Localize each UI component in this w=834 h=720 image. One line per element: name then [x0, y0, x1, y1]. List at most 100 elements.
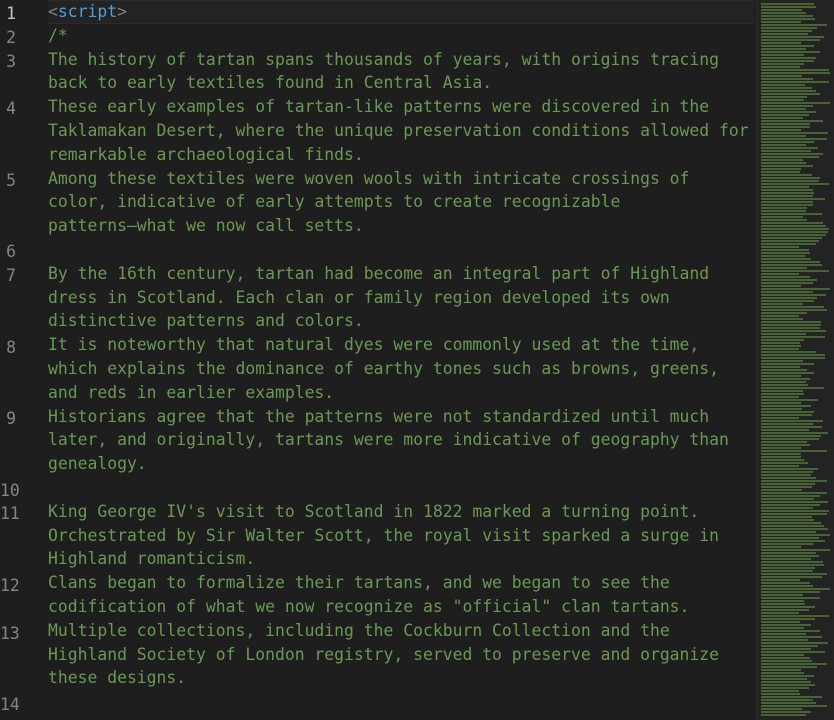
minimap-code-line	[761, 33, 808, 35]
code-line[interactable]: /*	[48, 24, 754, 48]
code-line[interactable]: <script>	[48, 0, 754, 24]
code-line[interactable]: Among these textiles were woven wools wi…	[48, 167, 754, 191]
minimap-code-line	[761, 195, 813, 197]
line-number: 7	[6, 266, 16, 285]
minimap-code-line	[761, 444, 810, 446]
minimap-code-line	[761, 237, 822, 239]
minimap-code-line	[761, 696, 822, 698]
minimap-code-line	[761, 249, 809, 251]
minimap-code-line	[761, 465, 799, 467]
minimap-code-line	[761, 540, 825, 542]
minimap-code-line	[761, 573, 827, 575]
minimap-code-line	[761, 519, 814, 521]
minimap-code-line	[761, 246, 799, 248]
minimap-code-line	[761, 714, 806, 716]
code-line-wrap[interactable]: Taklamakan Desert, where the unique pres…	[48, 119, 754, 143]
minimap-code-line	[761, 84, 805, 86]
minimap-code-line	[761, 219, 807, 221]
minimap-code-line	[761, 678, 807, 680]
minimap-code-line	[761, 477, 816, 479]
minimap-code-line	[761, 378, 810, 380]
minimap-code-line	[761, 36, 824, 38]
minimap-code-line	[761, 321, 821, 323]
code-line-wrap[interactable]: color, indicative of early attempts to c…	[48, 190, 754, 214]
minimap-code-line	[761, 441, 807, 443]
minimap-code-line	[761, 423, 813, 425]
minimap-code-line	[761, 45, 814, 47]
code-line-wrap[interactable]: which explains the dominance of earthy t…	[48, 357, 754, 381]
code-text-area[interactable]: <script> /* The history of tartan spans …	[48, 0, 754, 720]
code-line[interactable]: It is noteworthy that natural dyes were …	[48, 333, 754, 357]
code-line-wrap[interactable]: Highland romanticism.	[48, 547, 754, 571]
minimap-code-line	[761, 405, 811, 407]
minimap-code-line	[761, 324, 821, 326]
minimap-code-line	[761, 276, 810, 278]
minimap-code-line	[761, 516, 812, 518]
minimap-code-line	[761, 282, 813, 284]
minimap-code-line	[761, 471, 813, 473]
code-line-wrap[interactable]: dress in Scotland. Each clan or family r…	[48, 286, 754, 310]
code-line-wrap[interactable]: codification of what we now recognize as…	[48, 595, 754, 619]
minimap-code-line	[761, 198, 825, 200]
minimap-code-line	[761, 462, 808, 464]
minimap-code-line	[761, 402, 801, 404]
minimap-code-line	[761, 450, 827, 452]
minimap-code-line	[761, 213, 822, 215]
minimap-code-line	[761, 180, 819, 182]
minimap-code-line	[761, 366, 800, 368]
minimap-code-line	[761, 129, 801, 131]
minimap-code-line	[761, 597, 820, 599]
minimap-code-line	[761, 513, 827, 515]
code-line-wrap[interactable]: distinctive patterns and colors.	[48, 309, 754, 333]
minimap[interactable]	[756, 0, 834, 720]
code-line[interactable]: Multiple collections, including the Cock…	[48, 619, 754, 643]
line-number: 3	[6, 52, 16, 71]
minimap-code-line	[761, 165, 813, 167]
code-line[interactable]: By the 16th century, tartan had become a…	[48, 262, 754, 286]
code-line-wrap[interactable]: Highland Society of London registry, ser…	[48, 643, 754, 667]
minimap-code-line	[761, 459, 804, 461]
minimap-code-line	[761, 501, 828, 503]
minimap-code-line	[761, 498, 814, 500]
minimap-code-line	[761, 105, 813, 107]
code-line-empty[interactable]	[48, 690, 754, 714]
code-line-wrap[interactable]: back to early textiles found in Central …	[48, 71, 754, 95]
minimap-code-line	[761, 609, 809, 611]
minimap-code-line	[761, 201, 813, 203]
code-line-wrap[interactable]: these designs.	[48, 666, 754, 690]
minimap-code-line	[761, 117, 803, 119]
code-line-wrap[interactable]: later, and originally, tartans were more…	[48, 428, 754, 452]
code-line[interactable]: King George IV's visit to Scotland in 18…	[48, 500, 754, 524]
code-line-wrap[interactable]: genealogy.	[48, 452, 754, 476]
minimap-code-line	[761, 693, 800, 695]
minimap-code-line	[761, 51, 820, 53]
minimap-code-line	[761, 585, 813, 587]
minimap-code-line	[761, 420, 823, 422]
code-line-empty[interactable]	[48, 476, 754, 500]
minimap-code-line	[761, 639, 808, 641]
code-editor[interactable]: 1 2 3 4 5 6 7 8 9 10 11 12 13 14 <script…	[0, 0, 834, 720]
minimap-code-line	[761, 669, 801, 671]
minimap-code-line	[761, 432, 828, 434]
code-line[interactable]: Historians agree that the patterns were …	[48, 405, 754, 429]
minimap-code-line	[761, 624, 811, 626]
code-line[interactable]: Clans began to formalize their tartans, …	[48, 571, 754, 595]
minimap-code-line	[761, 192, 814, 194]
code-line-wrap[interactable]: and reds in earlier examples.	[48, 381, 754, 405]
code-line-wrap[interactable]: patterns—what we now call setts.	[48, 214, 754, 238]
line-number: 12	[0, 576, 20, 595]
code-line[interactable]: The history of tartan spans thousands of…	[48, 48, 754, 72]
minimap-code-line	[761, 468, 818, 470]
code-line-wrap[interactable]: remarkable archaeological finds.	[48, 143, 754, 167]
minimap-code-line	[761, 339, 804, 341]
minimap-code-line	[761, 177, 820, 179]
line-number: 1	[6, 4, 16, 23]
code-line-empty[interactable]	[48, 238, 754, 262]
minimap-code-line	[761, 588, 830, 590]
code-line[interactable]: These early examples of tartan-like patt…	[48, 95, 754, 119]
minimap-code-line	[761, 549, 830, 551]
minimap-code-line	[761, 642, 828, 644]
tag-bracket: <	[48, 2, 58, 21]
code-line-wrap[interactable]: Orchestrated by Sir Walter Scott, the ro…	[48, 524, 754, 548]
minimap-code-line	[761, 114, 809, 116]
